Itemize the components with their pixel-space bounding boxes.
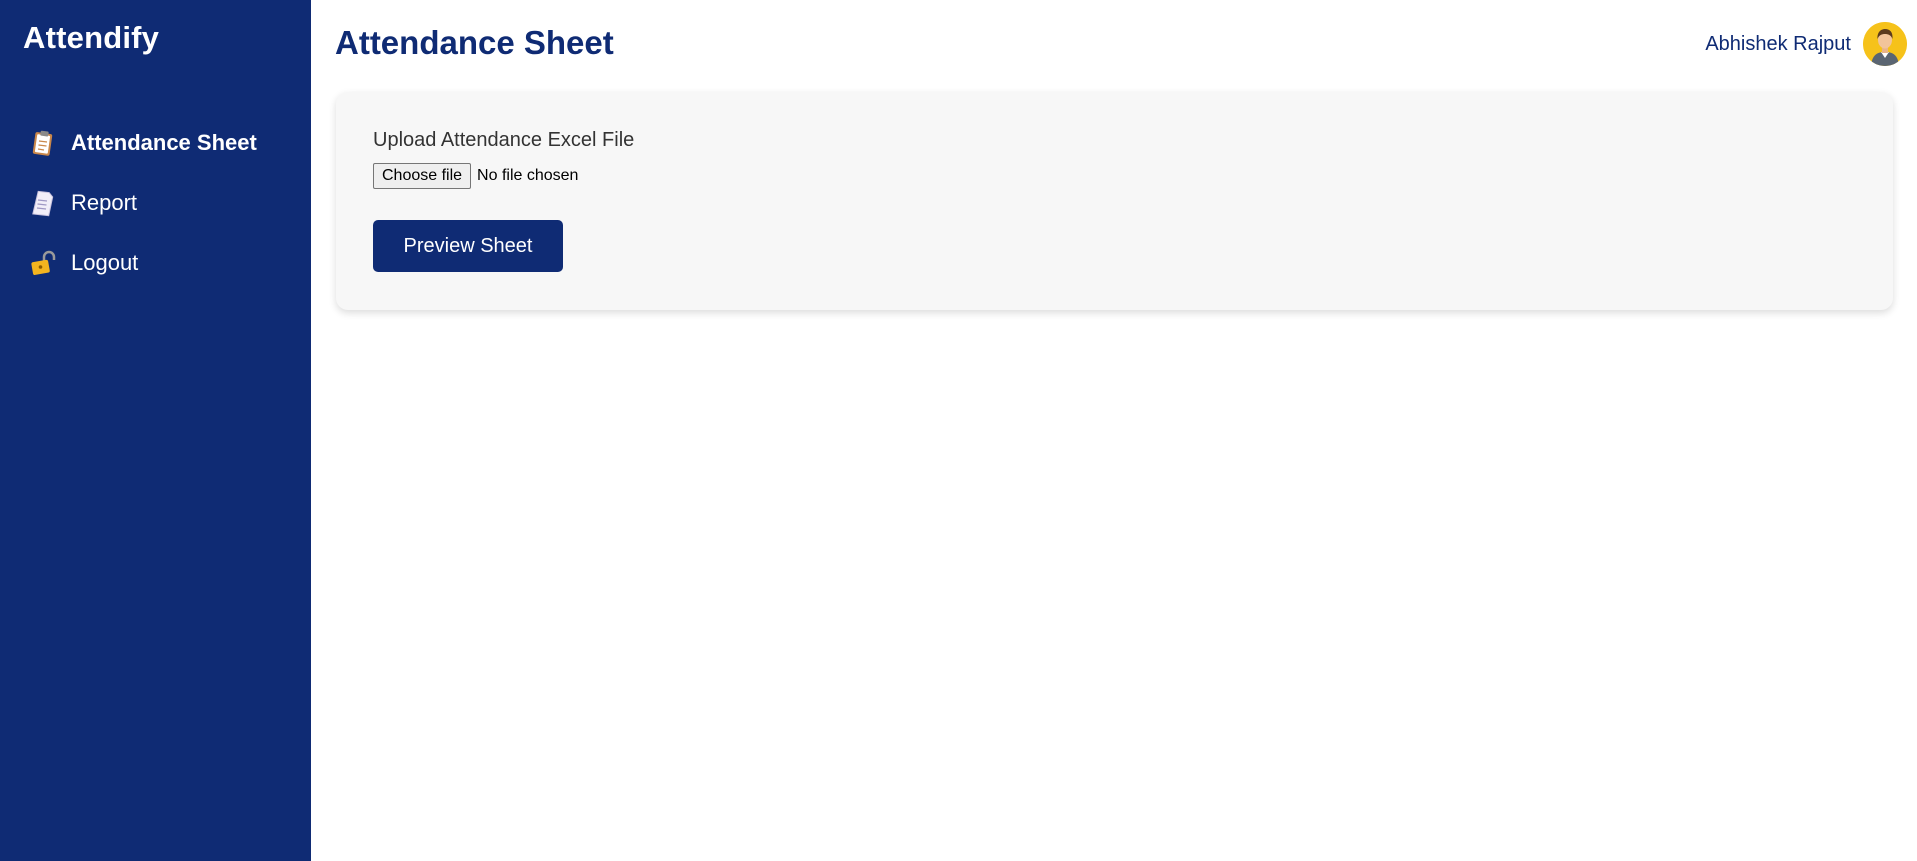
sidebar-item-label: Attendance Sheet (71, 130, 257, 155)
sidebar: Attendify Attendance Sheet Report Logout (0, 0, 311, 861)
user-name: Abhishek Rajput (1705, 32, 1851, 55)
file-status-text: No file chosen (477, 167, 579, 184)
user-avatar-icon[interactable] (1863, 22, 1907, 66)
sidebar-item-attendance-sheet[interactable]: Attendance Sheet (0, 113, 311, 173)
sidebar-nav: Attendance Sheet Report Logout (0, 113, 311, 293)
sidebar-item-report[interactable]: Report (0, 173, 311, 233)
app-root: Attendify Attendance Sheet Report Logout… (0, 0, 1917, 861)
document-icon (28, 188, 58, 218)
brand-logo: Attendify (23, 20, 160, 55)
user-menu[interactable]: Abhishek Rajput (1705, 22, 1907, 66)
clipboard-icon (28, 128, 58, 158)
upload-card: Upload Attendance Excel File Choose file… (336, 92, 1893, 310)
preview-sheet-button[interactable]: Preview Sheet (373, 220, 563, 272)
file-input: Choose file No file chosen (373, 163, 578, 189)
sidebar-item-logout[interactable]: Logout (0, 233, 311, 293)
unlocked-padlock-icon (28, 248, 58, 278)
choose-file-button[interactable]: Choose file (373, 163, 472, 189)
upload-label: Upload Attendance Excel File (373, 129, 635, 151)
sidebar-item-label: Logout (71, 250, 139, 275)
sidebar-item-label: Report (71, 190, 138, 215)
page-title: Attendance Sheet (335, 24, 614, 61)
